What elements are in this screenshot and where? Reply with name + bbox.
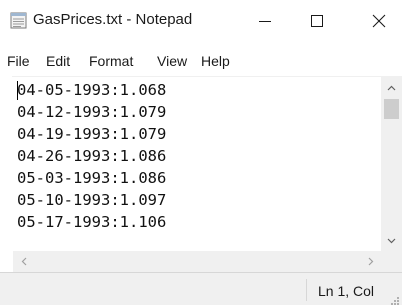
title-bar[interactable]: GasPrices.txt - Notepad bbox=[0, 0, 402, 41]
status-bar: Ln 1, Col bbox=[0, 272, 402, 305]
scroll-down-button[interactable] bbox=[381, 230, 402, 251]
menu-edit[interactable]: Edit bbox=[46, 52, 70, 70]
resize-grip-icon[interactable] bbox=[390, 293, 400, 305]
vertical-scrollbar[interactable] bbox=[381, 77, 402, 251]
text-line: 05-10-1993:1.097 bbox=[17, 191, 167, 209]
minimize-icon bbox=[259, 20, 271, 22]
vertical-scroll-thumb[interactable] bbox=[384, 99, 399, 119]
cursor-position: Ln 1, Col bbox=[318, 283, 375, 299]
menu-file[interactable]: File bbox=[7, 52, 30, 70]
maximize-icon bbox=[311, 14, 323, 27]
scroll-left-button[interactable] bbox=[13, 251, 34, 272]
notepad-icon bbox=[10, 11, 27, 29]
notepad-window: GasPrices.txt - Notepad File Edit Format… bbox=[0, 0, 402, 305]
close-button[interactable] bbox=[356, 0, 402, 41]
chevron-up-icon bbox=[387, 85, 396, 90]
horizontal-scrollbar[interactable] bbox=[13, 251, 381, 272]
scroll-right-button[interactable] bbox=[360, 251, 381, 272]
chevron-left-icon bbox=[21, 257, 26, 266]
menu-help[interactable]: Help bbox=[201, 52, 230, 70]
scroll-up-button[interactable] bbox=[381, 77, 402, 98]
text-line: 04-26-1993:1.086 bbox=[17, 147, 167, 165]
status-divider bbox=[306, 279, 307, 301]
text-caret bbox=[17, 81, 18, 100]
close-icon bbox=[372, 14, 386, 27]
chevron-right-icon bbox=[368, 257, 373, 266]
window-title: GasPrices.txt - Notepad bbox=[33, 11, 193, 28]
text-line: 04-05-1993:1.068 bbox=[17, 81, 167, 99]
text-editor[interactable]: 04-05-1993:1.068 04-12-1993:1.079 04-19-… bbox=[13, 77, 381, 251]
menu-view[interactable]: View bbox=[157, 52, 187, 70]
text-line: 04-19-1993:1.079 bbox=[17, 125, 167, 143]
text-line: 04-12-1993:1.079 bbox=[17, 103, 167, 121]
maximize-button[interactable] bbox=[294, 0, 340, 41]
chevron-down-icon bbox=[387, 238, 396, 243]
text-line: 05-03-1993:1.086 bbox=[17, 169, 167, 187]
scrollbar-corner bbox=[381, 251, 402, 272]
text-line: 05-17-1993:1.106 bbox=[17, 213, 167, 231]
minimize-button[interactable] bbox=[242, 0, 288, 41]
menu-bar: File Edit Format View Help bbox=[0, 41, 402, 76]
menu-format[interactable]: Format bbox=[89, 52, 133, 70]
